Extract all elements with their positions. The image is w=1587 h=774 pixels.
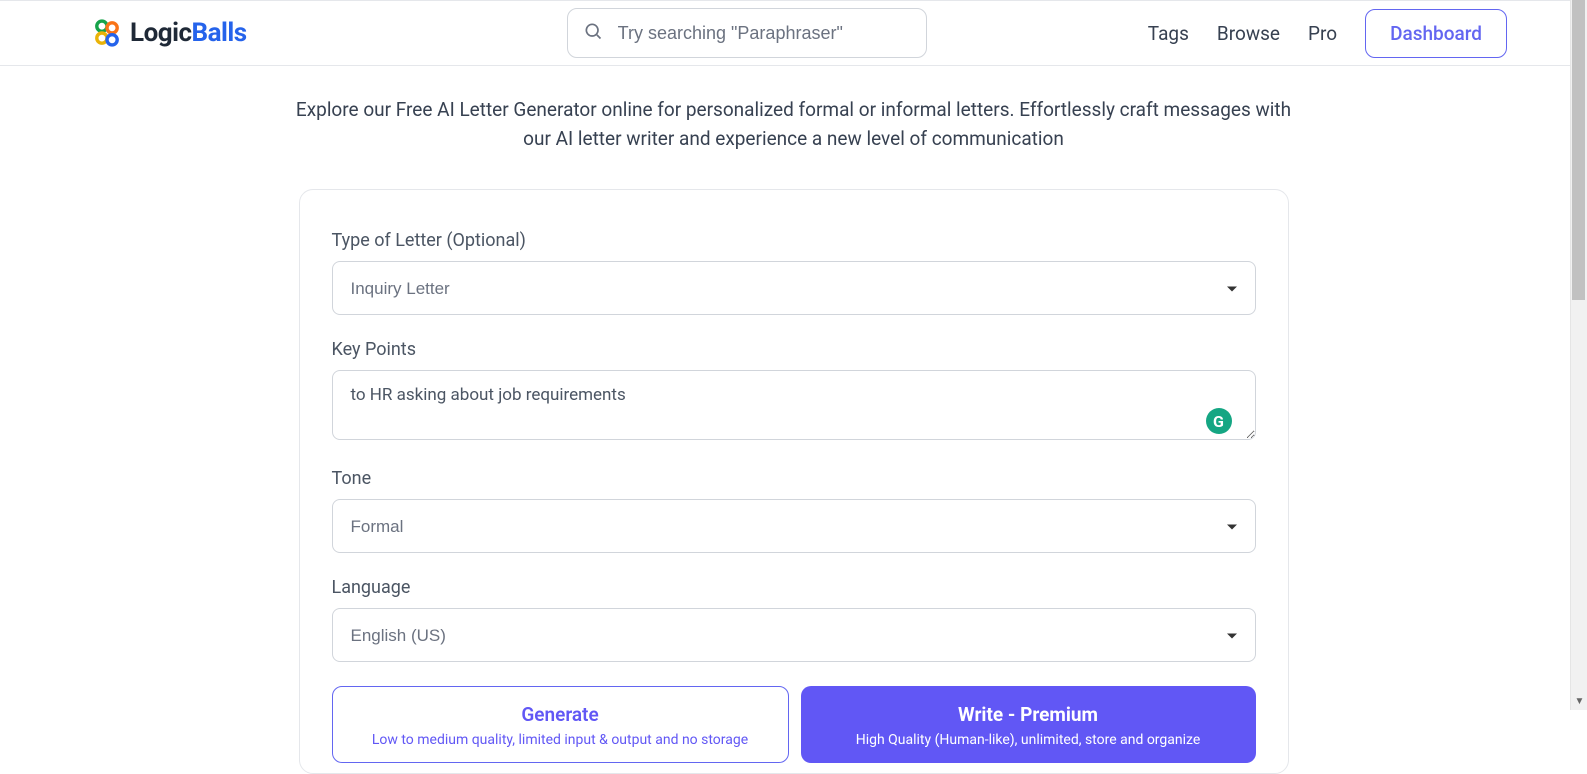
field-keypoints: Key Points to HR asking about job requir… xyxy=(332,339,1256,444)
generate-subtitle: Low to medium quality, limited input & o… xyxy=(343,732,778,748)
field-type: Type of Letter (Optional) Inquiry Letter xyxy=(332,230,1256,315)
logo-icon xyxy=(90,16,124,50)
scrollbar[interactable]: ▲ ▼ xyxy=(1570,0,1587,710)
keypoints-label: Key Points xyxy=(332,339,1256,360)
search-input[interactable] xyxy=(567,8,927,58)
nav-tags[interactable]: Tags xyxy=(1148,22,1189,45)
logo-text: LogicBalls xyxy=(130,18,247,48)
scrollbar-thumb[interactable] xyxy=(1572,0,1585,300)
grammarly-icon[interactable]: G xyxy=(1206,408,1232,434)
intro-text: Explore our Free AI Letter Generator onl… xyxy=(294,96,1294,153)
header: LogicBalls Tags Browse Pro Dashboard xyxy=(0,0,1587,66)
nav-pro[interactable]: Pro xyxy=(1308,22,1337,45)
scroll-down-icon[interactable]: ▼ xyxy=(1571,693,1587,710)
keypoints-textarea[interactable]: to HR asking about job requirements xyxy=(332,370,1256,440)
generate-title: Generate xyxy=(343,703,778,726)
tone-label: Tone xyxy=(332,468,1256,489)
generate-button[interactable]: Generate Low to medium quality, limited … xyxy=(332,686,789,763)
form-card: Type of Letter (Optional) Inquiry Letter… xyxy=(299,189,1289,774)
main-container: Explore our Free AI Letter Generator onl… xyxy=(294,66,1294,774)
nav: Tags Browse Pro Dashboard xyxy=(1148,9,1507,58)
dashboard-button[interactable]: Dashboard xyxy=(1365,9,1507,58)
write-premium-button[interactable]: Write - Premium High Quality (Human-like… xyxy=(801,686,1256,763)
language-label: Language xyxy=(332,577,1256,598)
premium-title: Write - Premium xyxy=(811,703,1246,726)
field-tone: Tone Formal xyxy=(332,468,1256,553)
language-select[interactable]: English (US) xyxy=(332,608,1256,662)
logo[interactable]: LogicBalls xyxy=(90,16,247,50)
field-language: Language English (US) xyxy=(332,577,1256,662)
premium-subtitle: High Quality (Human-like), unlimited, st… xyxy=(811,732,1246,748)
nav-browse[interactable]: Browse xyxy=(1217,22,1280,45)
search-icon xyxy=(583,21,603,45)
button-row: Generate Low to medium quality, limited … xyxy=(332,686,1256,763)
tone-select[interactable]: Formal xyxy=(332,499,1256,553)
type-select[interactable]: Inquiry Letter xyxy=(332,261,1256,315)
search-wrap xyxy=(567,8,927,58)
type-label: Type of Letter (Optional) xyxy=(332,230,1256,251)
